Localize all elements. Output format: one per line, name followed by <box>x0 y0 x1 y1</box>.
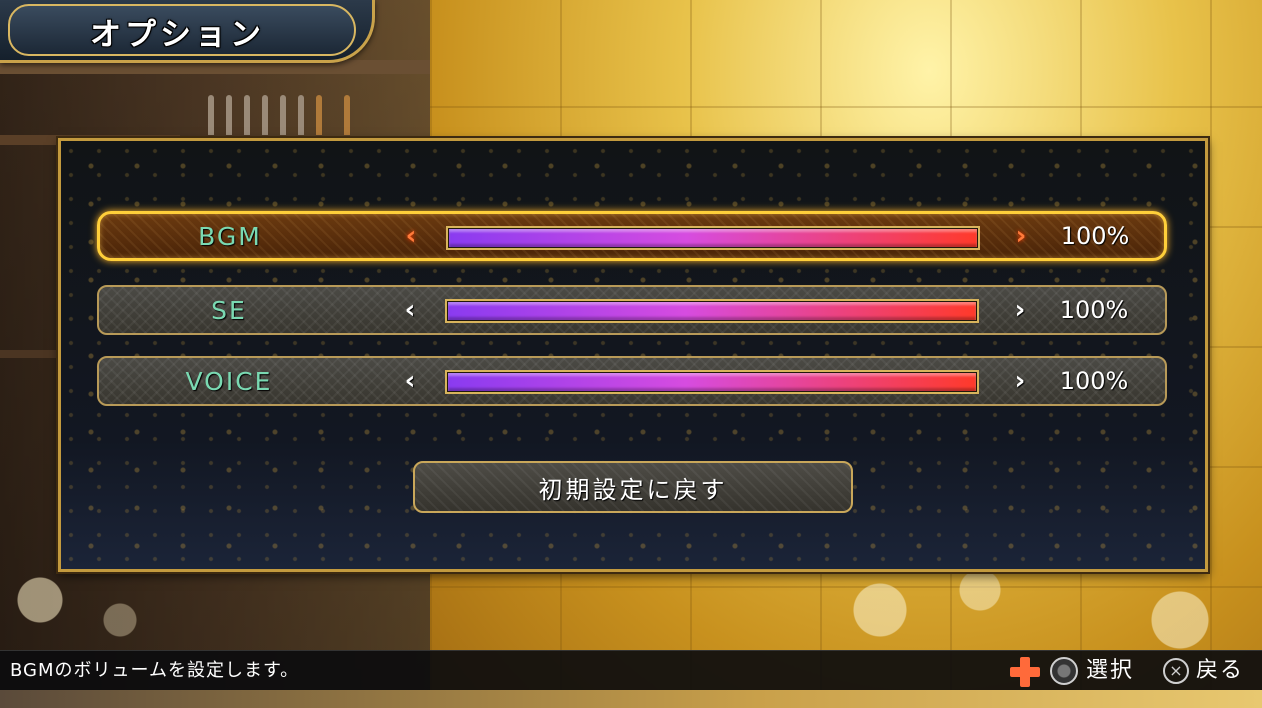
increase-arrow-icon[interactable]: › <box>1006 214 1036 258</box>
option-label: SE <box>211 295 247 325</box>
page-title: オプション <box>90 17 265 53</box>
decrease-arrow-icon[interactable]: ‹ <box>395 287 425 333</box>
analog-stick-icon <box>1050 657 1078 685</box>
help-bar: BGMのボリュームを設定します。 選択 × 戻る <box>0 650 1262 691</box>
background-bottom-strip <box>0 690 1262 708</box>
volume-slider[interactable] <box>446 226 980 250</box>
option-value: 100% <box>1060 222 1130 250</box>
back-hint-label: 戻る <box>1196 658 1245 683</box>
select-hint-label: 選択 <box>1086 658 1135 683</box>
decrease-arrow-icon[interactable]: ‹ <box>396 214 426 258</box>
volume-slider[interactable] <box>445 370 979 394</box>
background-tools <box>200 95 360 137</box>
option-row-se[interactable]: SE ‹ › 100% <box>97 285 1167 335</box>
increase-arrow-icon[interactable]: › <box>1005 287 1035 333</box>
background-shelf <box>0 350 60 358</box>
dpad-icon <box>1010 657 1040 687</box>
option-row-bgm[interactable]: BGM ‹ › 100% <box>97 211 1167 261</box>
option-label: VOICE <box>185 366 273 396</box>
increase-arrow-icon[interactable]: › <box>1005 358 1035 404</box>
decrease-arrow-icon[interactable]: ‹ <box>395 358 425 404</box>
options-panel: BGM ‹ › 100% SE ‹ › 100% VOICE ‹ › 100% … <box>58 138 1208 572</box>
reset-defaults-button[interactable]: 初期設定に戻す <box>413 461 853 513</box>
background-floral-pattern <box>0 560 1262 650</box>
volume-slider-fill <box>449 229 977 247</box>
volume-slider[interactable] <box>445 299 979 323</box>
help-description: BGMのボリュームを設定します。 <box>10 660 300 681</box>
cross-button-icon: × <box>1163 658 1189 684</box>
option-value: 100% <box>1059 296 1129 324</box>
option-row-voice[interactable]: VOICE ‹ › 100% <box>97 356 1167 406</box>
option-label: BGM <box>198 221 262 251</box>
title-banner: オプション <box>0 0 375 63</box>
volume-slider-fill <box>448 302 976 320</box>
option-value: 100% <box>1059 367 1129 395</box>
volume-slider-fill <box>448 373 976 391</box>
